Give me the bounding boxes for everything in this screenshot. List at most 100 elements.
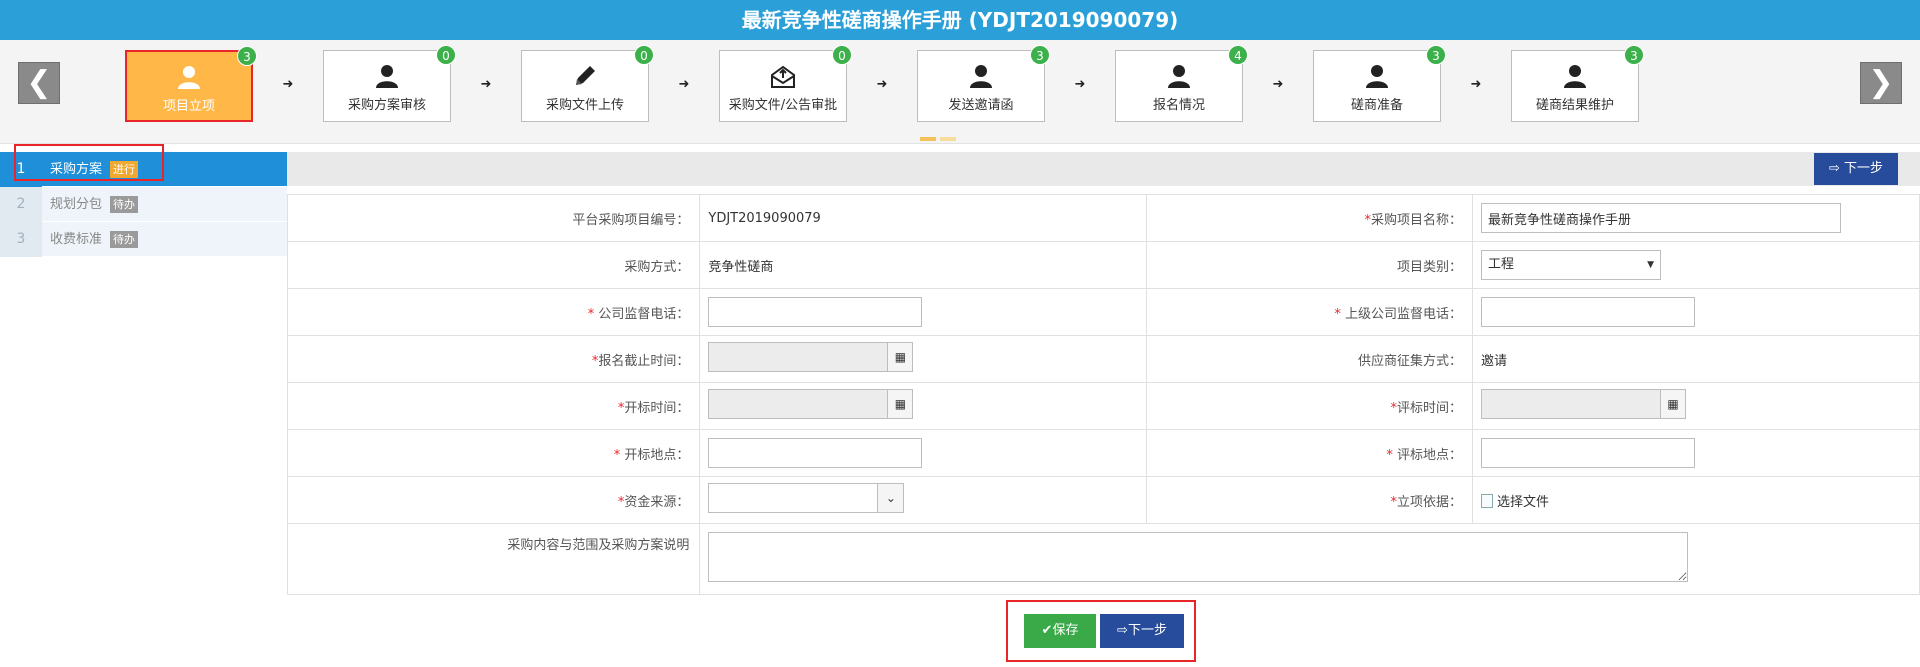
next-step-button[interactable]: ⇨下一步 [1100, 614, 1184, 648]
arrow-right-icon: ➜ [480, 77, 492, 92]
sidebar-item-fee-standard[interactable]: 3 收费标准 待办 [0, 222, 287, 257]
step-strip: ❮ 项目立项 3 ➜ 采购方案审核 0 ➜ 采购文件上传 0 ➜ 采购文件/公告… [0, 40, 1920, 144]
step-label: 发送邀请函 [948, 98, 1014, 113]
basis-label-text: 立项依据： [1397, 494, 1463, 510]
project-name-label: *采购项目名称： [1146, 194, 1474, 242]
form-row: * 公司监督电话： * 上级公司监督电话： [286, 288, 1920, 336]
form-row: *开标时间： ▦ *评标时间： ▦ [286, 382, 1920, 430]
eval-place-input[interactable] [1481, 438, 1696, 468]
next-step-button-top[interactable]: ⇨ 下一步 [1814, 153, 1898, 185]
step-negotiation-prep[interactable]: 磋商准备 3 [1313, 45, 1446, 122]
form-row: 采购方式： 竞争性磋商 项目类别： 工程 ▼ [286, 241, 1920, 289]
step-registration[interactable]: 报名情况 4 [1115, 45, 1248, 122]
chevron-left-icon[interactable]: ❮ [18, 62, 60, 104]
open-time-cell: ▦ [699, 382, 1148, 430]
step-label: 采购文件上传 [545, 98, 624, 113]
step-file-upload[interactable]: 采购文件上传 0 [521, 45, 654, 122]
sidebar-item-label: 规划分包 [50, 197, 103, 212]
sidebar-item-label: 采购方案 [50, 162, 103, 177]
required-mark: * [1386, 447, 1393, 463]
sidebar-item-number: 3 [0, 222, 42, 257]
sidebar-item-number: 1 [0, 152, 42, 187]
project-name-cell [1472, 194, 1920, 242]
pencil-icon [576, 66, 595, 85]
step-count-badge: 0 [832, 45, 852, 65]
sidebar: 1 采购方案 进行 2 规划分包 待办 3 收费标准 待办 [0, 152, 287, 667]
user-icon [1564, 65, 1586, 88]
method-label: 采购方式： [286, 241, 701, 289]
pager-dots[interactable] [920, 130, 960, 141]
eval-time-label: *评标时间： [1146, 382, 1474, 430]
open-place-label-text: 开标地点： [624, 447, 690, 463]
status-badge: 待办 [110, 231, 138, 248]
step-send-invitation[interactable]: 发送邀请函 3 [917, 45, 1050, 122]
supplier-method-value: 邀请 [1472, 335, 1920, 383]
user-icon [376, 65, 398, 88]
step-file-approval[interactable]: 采购文件/公告审批 0 [719, 45, 852, 122]
basis-cell: 选择文件 [1472, 476, 1920, 524]
caret-down-icon: ▼ [1647, 260, 1655, 270]
upper-phone-label: * 上级公司监督电话： [1146, 288, 1474, 336]
sidebar-item-purchase-plan[interactable]: 1 采购方案 进行 [0, 152, 287, 187]
step-count-badge: 3 [1624, 45, 1644, 65]
fund-combo: ⌄ [708, 483, 905, 513]
category-selected-value: 工程 [1488, 257, 1515, 272]
deadline-label: *报名截止时间： [286, 335, 701, 383]
calendar-icon[interactable]: ▦ [888, 389, 914, 419]
save-button[interactable]: ✔保存 [1024, 614, 1096, 648]
platform-no-value: YDJT2019090079 [699, 194, 1148, 242]
chevron-down-icon[interactable]: ⌄ [878, 483, 905, 513]
eval-time-date-input[interactable] [1481, 389, 1662, 419]
user-icon [1168, 65, 1190, 88]
open-time-date-input[interactable] [708, 389, 889, 419]
form-row: 平台采购项目编号： YDJT2019090079 *采购项目名称： [286, 194, 1920, 242]
category-select[interactable]: 工程 ▼ [1481, 250, 1662, 280]
upper-phone-label-text: 上级公司监督电话： [1345, 306, 1463, 322]
open-time-label-text: 开标时间： [624, 400, 690, 416]
step-count-badge: 3 [237, 46, 257, 66]
step-project-setup[interactable]: 项目立项 3 [125, 46, 257, 122]
next-step-label: 下一步 [1127, 623, 1167, 638]
choose-file-button[interactable]: 选择文件 [1481, 493, 1549, 510]
step-label: 采购文件/公告审批 [728, 98, 838, 113]
step-result-maintenance[interactable]: 磋商结果维护 3 [1511, 45, 1644, 122]
upper-phone-input[interactable] [1481, 297, 1696, 327]
chevron-right-icon[interactable]: ❯ [1860, 62, 1902, 104]
arrow-right-icon: ➜ [1272, 77, 1284, 92]
eval-time-date-picker: ▦ [1481, 389, 1687, 419]
form-row: *资金来源： ⌄ *立项依据： 选择文件 [286, 476, 1920, 524]
form-row: * 开标地点： * 评标地点： [286, 429, 1920, 477]
calendar-icon[interactable]: ▦ [888, 342, 914, 372]
arrow-right-icon: ➜ [678, 77, 690, 92]
status-badge: 待办 [110, 196, 138, 213]
content-textarea[interactable] [708, 532, 1689, 582]
project-name-input[interactable] [1481, 203, 1842, 233]
basis-label: *立项依据： [1146, 476, 1474, 524]
step-label: 磋商准备 [1350, 98, 1403, 113]
arrow-right-icon: ➜ [1074, 77, 1086, 92]
sidebar-item-package-plan[interactable]: 2 规划分包 待办 [0, 187, 287, 222]
step-label: 采购方案审核 [347, 98, 426, 113]
supervise-phone-input[interactable] [708, 297, 923, 327]
step-label: 磋商结果维护 [1535, 98, 1614, 113]
step-count-badge: 0 [634, 45, 654, 65]
file-icon [1481, 493, 1494, 508]
step-label: 项目立项 [162, 99, 215, 114]
supervise-phone-label-text: 公司监督电话： [598, 306, 690, 322]
status-badge: 进行 [110, 161, 138, 178]
deadline-date-input[interactable] [708, 342, 889, 372]
open-time-date-picker: ▦ [708, 389, 914, 419]
step-count-badge: 4 [1228, 45, 1248, 65]
eval-time-cell: ▦ [1472, 382, 1920, 430]
fund-combo-input[interactable] [708, 483, 879, 513]
required-mark: * [1334, 306, 1341, 322]
supervise-phone-label: * 公司监督电话： [286, 288, 701, 336]
step-plan-review[interactable]: 采购方案审核 0 [323, 45, 456, 122]
fund-label-text: 资金来源： [624, 494, 690, 510]
save-label: 保存 [1052, 623, 1079, 638]
open-place-input[interactable] [708, 438, 923, 468]
deadline-cell: ▦ [699, 335, 1148, 383]
arrow-right-icon: ➜ [1470, 77, 1482, 92]
calendar-icon[interactable]: ▦ [1661, 389, 1687, 419]
open-place-cell [699, 429, 1148, 477]
